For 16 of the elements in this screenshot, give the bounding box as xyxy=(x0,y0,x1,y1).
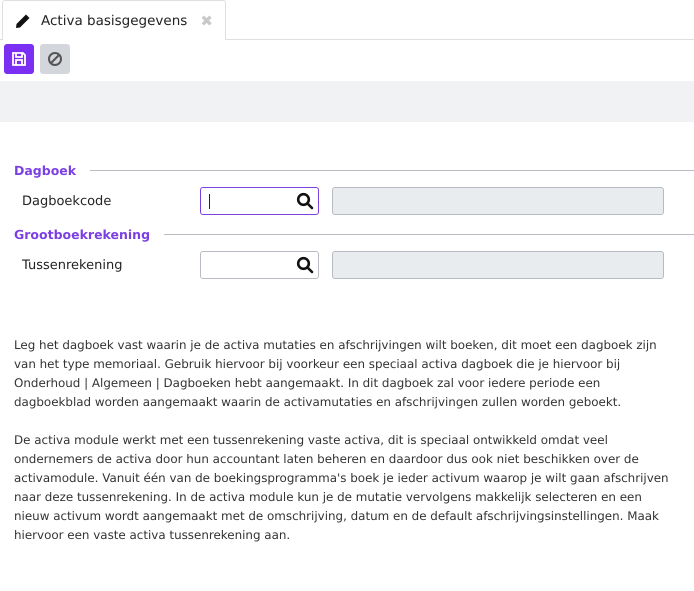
tab[interactable]: Activa basisgegevens ✖ xyxy=(2,0,226,40)
section-title: Dagboek xyxy=(14,162,76,178)
section-title: Grootboekrekening xyxy=(14,226,150,242)
search-icon[interactable] xyxy=(296,256,314,274)
field-label: Dagboekcode xyxy=(21,194,112,208)
tab-title: Activa basisgegevens xyxy=(41,12,188,28)
lookup-field[interactable] xyxy=(200,251,319,279)
lookup-field[interactable] xyxy=(200,187,319,215)
help-paragraph: Leg het dagboek vast waarin je de activa mutaties en afschrijvingen wilt boeken, dit moet een dagboek zijn van het type memoriaal. Gebruik hiervoor bij voorkeur een speciaal activa dagboek die je hiervoor bij Onderhoud | Algemeen | Dagboeken hebt aangemaakt. In dit dagboek zal voor iedere periode een dagboekblad worden aangemaakt waarin de activamutaties en afschrijvingen zullen worden geboekt. xyxy=(14,337,658,411)
help-paragraph: De activa module werkt met een tussenrekening vaste activa, dit is speciaal ontwikkeld omdat veel ondernemers de activa door hun accountant laten beheren en daardoor dus ook niet beschikken over de activamodule. Vanuit één van de boekingsprogramma's boek je ieder activum waarop je wilt gaan afschrijven naar deze tussenrekening. In de activa module kun je de mutatie vervolgens makkelijk selecteren en een nieuw activum wordt aangemaakt met de omschrijving, datum en de default afschrijvingsinstellingen. Maak hiervoor een vaste activa tussenrekening aan. xyxy=(14,432,670,544)
save-button[interactable] xyxy=(4,44,34,74)
prohibited-icon xyxy=(47,51,63,67)
save-icon xyxy=(11,51,27,67)
search-icon[interactable] xyxy=(296,192,314,210)
field-label: Tussenrekening xyxy=(21,258,124,272)
pencil-icon xyxy=(15,12,31,28)
